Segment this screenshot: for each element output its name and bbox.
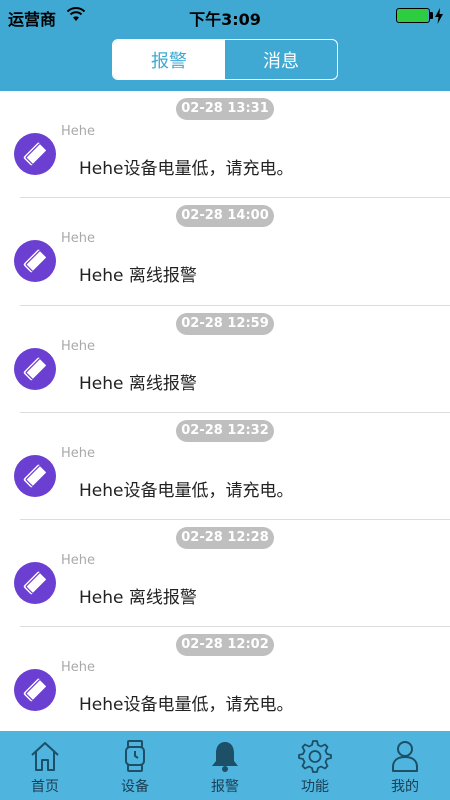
tabbar-label-mine: 我的 [391,779,419,795]
alarm-message: Hehe 离线报警 [79,266,197,287]
status-bar: 运营商 下午3:09 [0,0,450,30]
alarm-message: Hehe设备电量低，请充电。 [79,695,294,716]
device-avatar-icon [14,562,56,605]
timestamp-badge: 02-28 12:59 [176,312,274,335]
bell-icon [212,742,238,772]
battery-tip [430,12,433,19]
timestamp-badge: 02-28 12:32 [176,419,274,442]
sender-name: Hehe [61,660,96,676]
home-icon [31,742,59,771]
list-item[interactable]: 02-28 12:02 Hehe Hehe设备电量低，请充电。 [0,627,450,731]
tabbar-item-device[interactable]: 设备 [90,731,180,800]
person-icon [392,741,418,772]
list-item[interactable]: 02-28 12:32 Hehe Hehe设备电量低，请充电。 [0,413,450,521]
timestamp-badge: 02-28 14:00 [176,205,274,228]
charging-icon [435,8,443,24]
tabbar-item-function[interactable]: 功能 [270,731,360,800]
tab-bar: 首页 设备 报警 功能 我的 [0,731,450,800]
tabbar-label-function: 功能 [301,779,329,795]
timestamp-badge: 02-28 12:02 [176,634,274,657]
device-avatar-icon [14,133,56,175]
device-avatar-icon [14,454,56,497]
list-item[interactable]: 02-28 12:59 Hehe Hehe 离线报警 [0,306,450,413]
device-avatar-icon [14,347,56,390]
list-item[interactable]: 02-28 14:00 Hehe Hehe 离线报警 [0,198,450,306]
gear-icon [298,740,332,773]
tabbar-item-mine[interactable]: 我的 [360,731,450,800]
list-item[interactable]: 02-28 12:28 Hehe Hehe 离线报警 [0,520,450,628]
timestamp-badge: 02-28 13:31 [176,98,274,120]
tabbar-label-home: 首页 [31,779,59,795]
status-time: 下午3:09 [189,10,261,29]
sender-name: Hehe [61,445,96,461]
alarm-message: Hehe设备电量低，请充电。 [79,159,294,179]
sender-name: Hehe [61,231,96,247]
tabbar-label-alarm: 报警 [211,779,239,795]
header: 运营商 下午3:09 报警 消息 [0,0,450,91]
segmented-control: 报警 消息 [112,39,338,80]
alarm-message: Hehe 离线报警 [79,373,197,394]
tabbar-item-alarm[interactable]: 报警 [180,731,270,800]
tab-alarm[interactable]: 报警 [113,40,225,79]
alarm-message: Hehe设备电量低，请充电。 [79,480,294,501]
sender-name: Hehe [61,124,96,139]
watch-icon [125,740,145,772]
tabbar-label-device: 设备 [121,779,149,795]
alarm-message: Hehe 离线报警 [79,588,197,609]
sender-name: Hehe [61,338,96,354]
tabbar-item-home[interactable]: 首页 [0,731,90,800]
device-avatar-icon [14,240,56,283]
battery-icon [396,8,430,23]
sender-name: Hehe [61,553,96,569]
timestamp-badge: 02-28 12:28 [176,527,274,550]
list-item[interactable]: 02-28 13:31 Hehe Hehe设备电量低，请充电。 [0,91,450,199]
tab-messages[interactable]: 消息 [225,40,337,79]
alarm-list[interactable]: 02-28 13:31 Hehe Hehe设备电量低，请充电。 02-28 14:00… [0,91,450,731]
device-avatar-icon [14,669,56,712]
